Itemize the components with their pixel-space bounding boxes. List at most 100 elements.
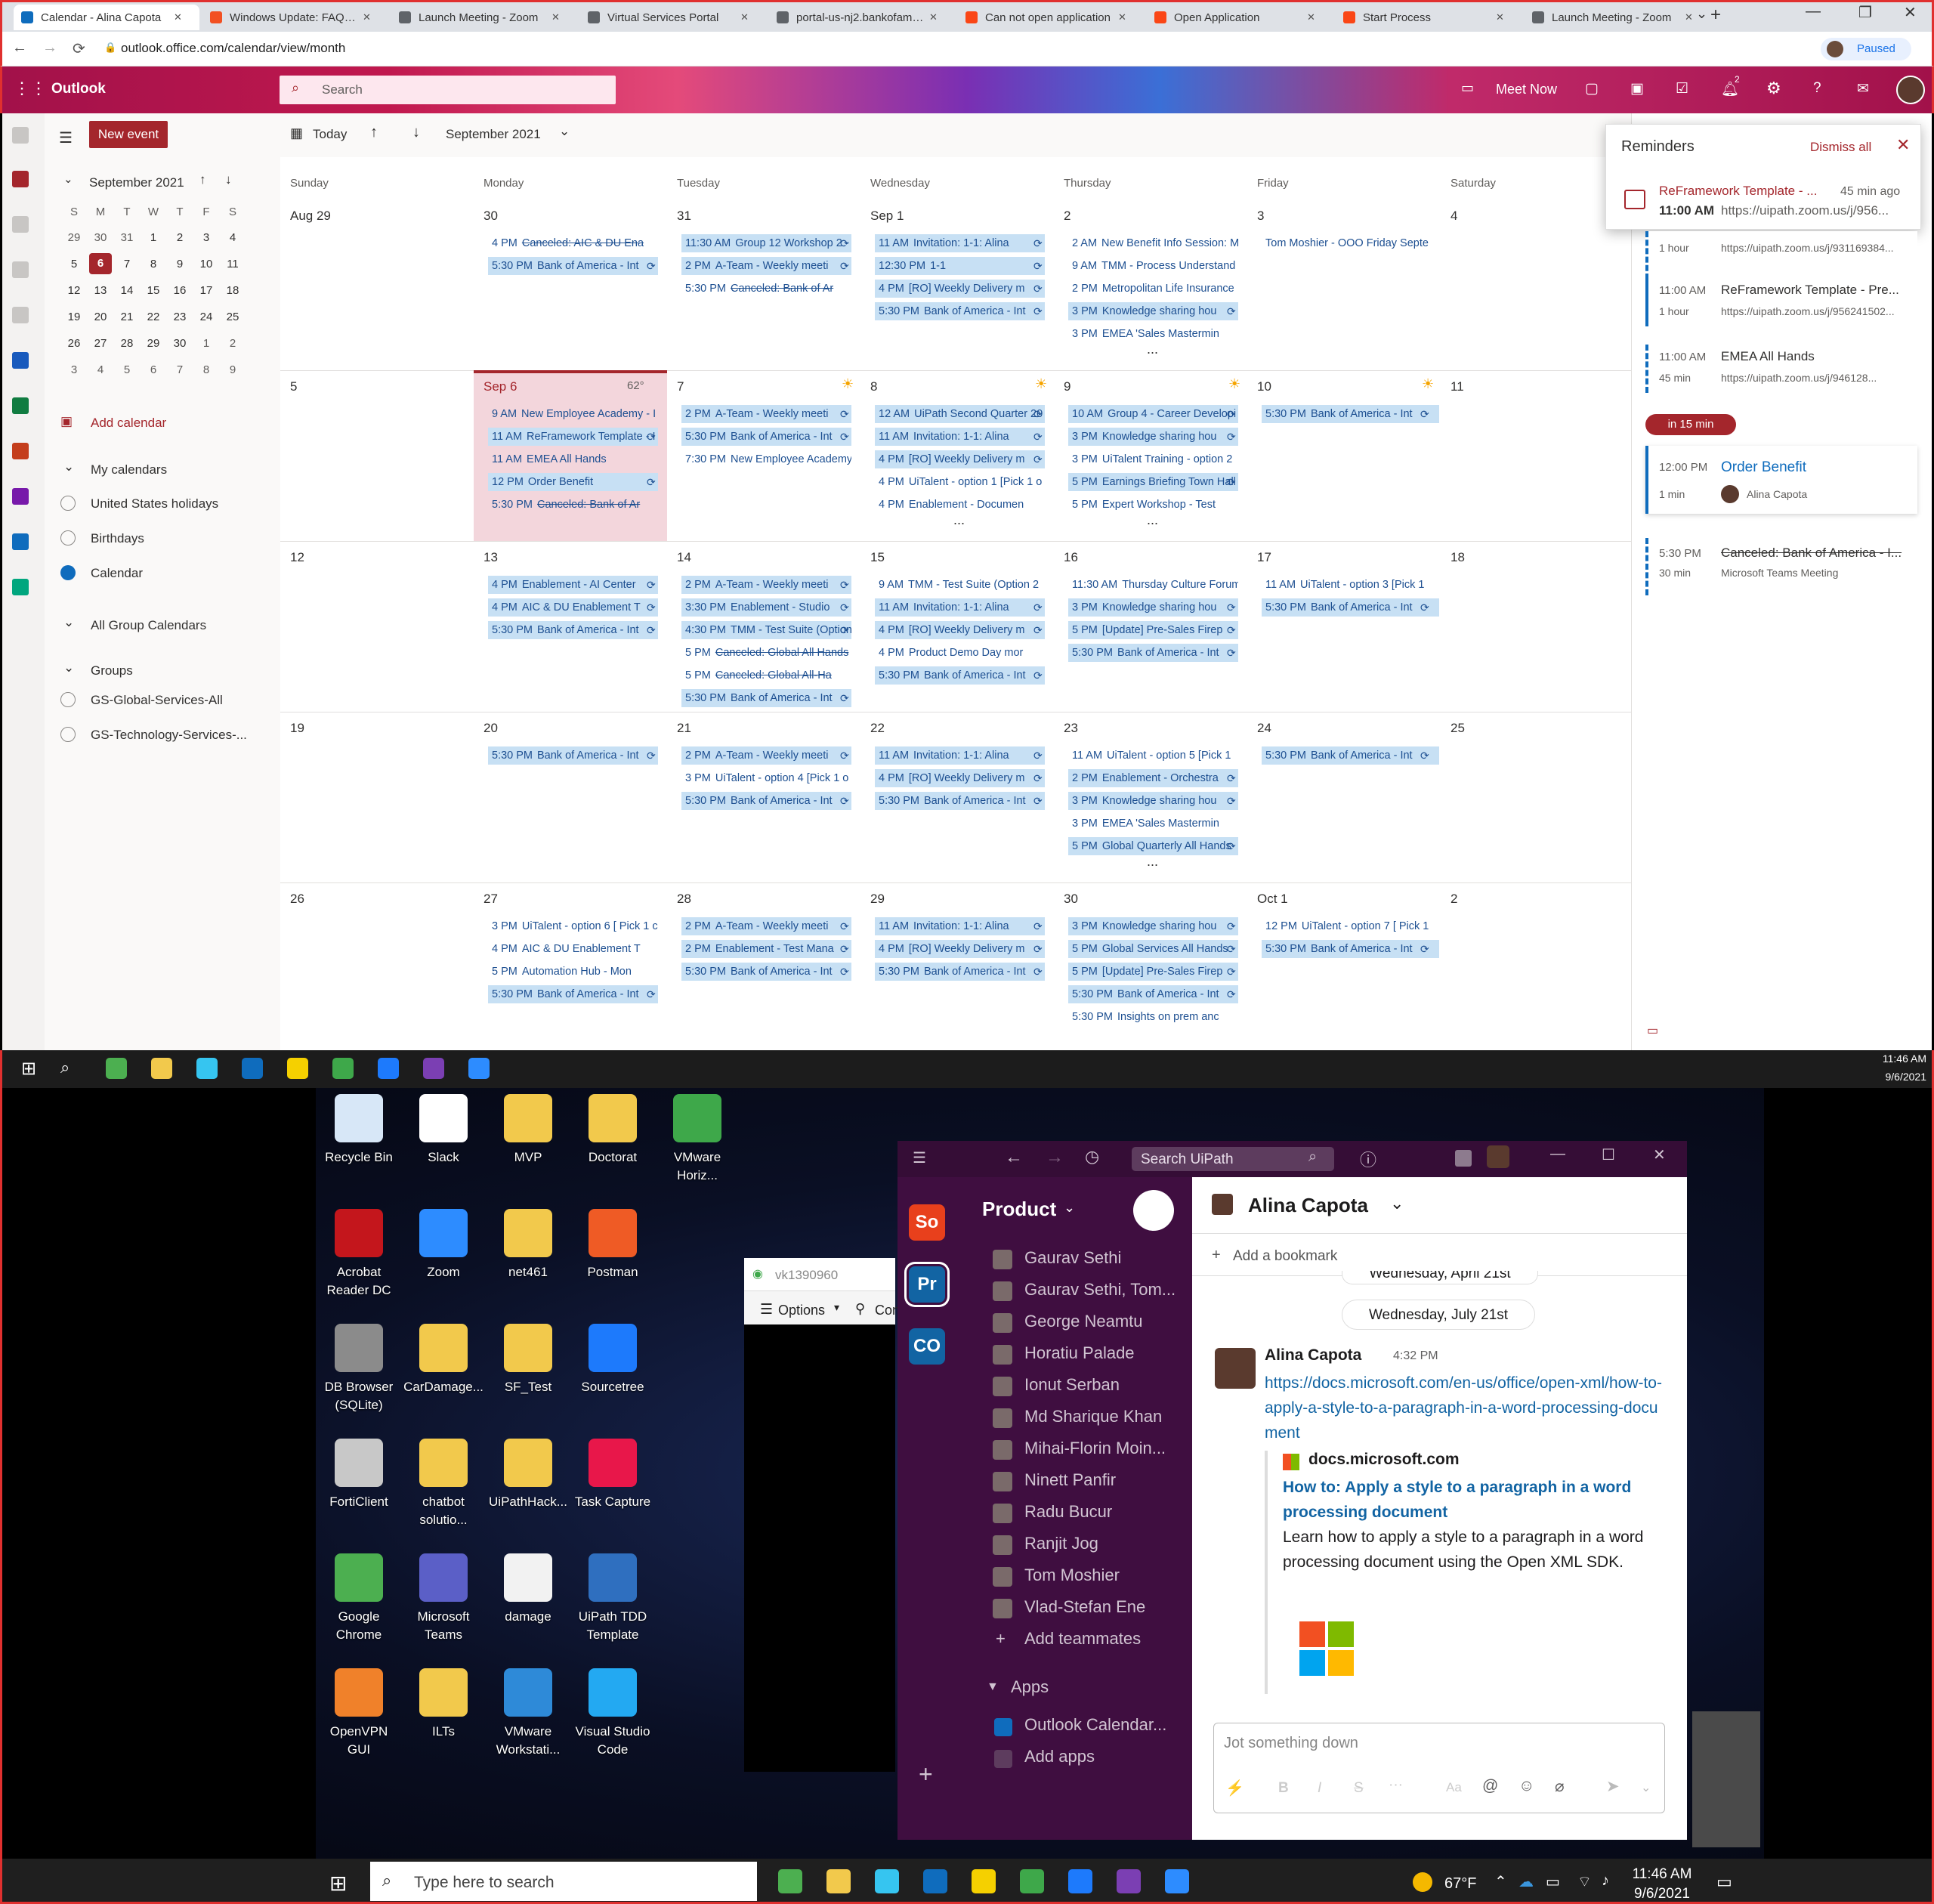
app-item[interactable]: Add apps xyxy=(1024,1747,1095,1766)
day-number[interactable]: 30 xyxy=(484,209,498,224)
mini-day[interactable]: 29 xyxy=(63,231,85,244)
dm-item[interactable]: Gaurav Sethi xyxy=(1024,1248,1176,1268)
taskbar-app-icon[interactable] xyxy=(196,1058,218,1079)
calendar-event[interactable]: 5 PM [Update] Pre-Sales Firep xyxy=(1068,963,1238,981)
mini-day[interactable]: 10 xyxy=(195,258,218,270)
calendar-event[interactable]: 5:30 PM Bank of America - Int xyxy=(875,302,1045,320)
onedrive-icon[interactable]: ☁ xyxy=(1518,1872,1534,1891)
dm-item[interactable]: Horatiu Palade xyxy=(1024,1343,1176,1363)
groups-header[interactable]: Groups xyxy=(91,663,133,678)
calendar-event[interactable]: 5:30 PM Bank of America - Int xyxy=(681,689,851,707)
calendar-event[interactable]: 3 PM UiTalent - option 6 [ Pick 1 c xyxy=(488,917,658,935)
shortcuts-icon[interactable]: ⚡ xyxy=(1225,1779,1244,1797)
taskbar-app-icon[interactable] xyxy=(106,1058,127,1079)
wifi-icon[interactable]: ⌔ xyxy=(1577,1872,1592,1891)
chevron-down-icon[interactable]: ⌄ xyxy=(1390,1194,1404,1213)
start-icon[interactable]: ⊞ xyxy=(21,1058,36,1080)
back-icon[interactable]: ← xyxy=(12,39,27,57)
reload-icon[interactable]: ⟳ xyxy=(73,39,85,58)
calendar-status-icon[interactable] xyxy=(1455,1150,1472,1167)
calendar-event[interactable]: 3 PM Knowledge sharing hou xyxy=(1068,598,1238,617)
vm-console-window[interactable] xyxy=(744,1258,895,1772)
bold-icon[interactable]: B xyxy=(1278,1780,1289,1797)
onenote-icon[interactable] xyxy=(12,488,29,505)
browser-tab[interactable]: Launch Meeting - Zoom ✕ xyxy=(391,5,577,30)
desktop-icon[interactable]: Zoom xyxy=(402,1209,485,1281)
calendar-event[interactable]: 10 AM Group 4 - Career Developi xyxy=(1068,405,1238,423)
mini-day[interactable]: 8 xyxy=(195,363,218,376)
add-calendar-link[interactable]: Add calendar xyxy=(91,416,166,431)
people-icon[interactable] xyxy=(12,216,29,233)
calendar-event[interactable]: 5:30 PM Bank of America - Int xyxy=(1262,940,1439,958)
agenda-item[interactable]: 1 hour https://uipath.zoom.us/j/931169384… xyxy=(1645,231,1917,280)
next-month-icon[interactable]: ↓ xyxy=(412,124,420,141)
desktop-icon[interactable]: ILTs xyxy=(402,1668,485,1741)
add-teammates-button[interactable]: Add teammates xyxy=(1024,1629,1141,1649)
browser-tab[interactable]: Windows Update: FAQ - Windows ✕ xyxy=(202,5,388,30)
mini-day[interactable]: 17 xyxy=(195,284,218,297)
avatar[interactable] xyxy=(1487,1145,1509,1168)
calendar-item[interactable]: United States holidays xyxy=(91,496,218,512)
calendar-event[interactable]: 3 PM UiTalent - option 4 [Pick 1 o xyxy=(681,769,851,787)
italic-icon[interactable]: I xyxy=(1318,1780,1321,1797)
chevron-down-icon[interactable]: ⌄ xyxy=(63,615,74,630)
desktop-icon[interactable]: chatbot solutio... xyxy=(402,1439,485,1529)
calendar-event[interactable]: 11 AM ReFramework Template - I xyxy=(488,428,658,446)
chevron-down-icon[interactable]: ⌄ xyxy=(559,124,570,139)
dm-item[interactable]: Ranjit Jog xyxy=(1024,1534,1176,1553)
checked-circle-icon[interactable] xyxy=(60,565,76,580)
calendar-event[interactable]: Tom Moshier - OOO Friday Septe xyxy=(1262,234,1439,252)
taskbar-app-icon[interactable] xyxy=(875,1869,899,1893)
day-number[interactable]: 23 xyxy=(1064,721,1078,736)
format-icon[interactable]: Aa xyxy=(1446,1780,1462,1795)
reminder-link[interactable]: https://uipath.zoom.us/j/956... xyxy=(1721,203,1889,218)
calendar-event[interactable]: 2 PM Metropolitan Life Insurance xyxy=(1068,280,1238,298)
mini-day[interactable]: 14 xyxy=(116,284,138,297)
desktop-icon[interactable]: Slack xyxy=(402,1094,485,1167)
weather-icon[interactable] xyxy=(1413,1872,1432,1892)
close-icon[interactable]: ✕ xyxy=(1118,11,1126,23)
desktop-icon[interactable]: SF_Test xyxy=(487,1324,570,1396)
office-icon[interactable]: ▣ xyxy=(1630,80,1644,97)
calendar-event[interactable]: 4 PM AIC & DU Enablement T xyxy=(488,598,658,617)
day-number[interactable]: 28 xyxy=(677,892,691,907)
vm-options-button[interactable]: Options xyxy=(778,1303,825,1318)
message-author[interactable]: Alina Capota xyxy=(1265,1346,1361,1365)
strike-icon[interactable]: S xyxy=(1354,1780,1364,1797)
mini-day[interactable]: 28 xyxy=(116,337,138,350)
mini-day[interactable]: 22 xyxy=(142,311,165,323)
yammer-icon[interactable] xyxy=(12,533,29,550)
browser-tab[interactable]: Launch Meeting - Zoom ✕ xyxy=(1525,5,1710,30)
dm-item[interactable]: George Neamtu xyxy=(1024,1312,1176,1331)
day-number[interactable]: 31 xyxy=(677,209,691,224)
attach-icon[interactable]: ⌀ xyxy=(1555,1777,1565,1796)
chevron-up-icon[interactable]: ⌃ xyxy=(1494,1872,1507,1891)
calendar-event[interactable]: 11 AM Invitation: 1-1: Alina xyxy=(875,428,1045,446)
calendar-event[interactable]: 5:30 PM Bank of America - Int xyxy=(1262,405,1439,423)
mini-day[interactable]: 16 xyxy=(168,284,191,297)
desktop-icon[interactable]: Google Chrome xyxy=(317,1553,400,1644)
my-calendars-header[interactable]: My calendars xyxy=(91,462,167,478)
mini-day[interactable]: 2 xyxy=(221,337,244,350)
add-calendar-icon[interactable]: ▣ xyxy=(60,414,73,429)
browser-tab[interactable]: Open Application ✕ xyxy=(1147,5,1333,30)
desktop-icon[interactable]: UiPath TDD Template xyxy=(571,1553,654,1644)
calendar-event[interactable]: 4 PM [RO] Weekly Delivery m xyxy=(875,621,1045,639)
taskbar-app-icon[interactable] xyxy=(778,1869,802,1893)
mini-day[interactable]: 21 xyxy=(116,311,138,323)
taskbar-app-icon[interactable] xyxy=(468,1058,490,1079)
collapse-pane-icon[interactable]: ▭ xyxy=(1647,1023,1658,1038)
taskbar-app-icon[interactable] xyxy=(826,1869,851,1893)
close-icon[interactable]: ✕ xyxy=(1307,11,1315,23)
taskbar-app-icon[interactable] xyxy=(423,1058,444,1079)
close-icon[interactable]: ✕ xyxy=(174,11,182,23)
calendar-event[interactable]: 3:30 PM Enablement - Studio xyxy=(681,598,851,617)
day-number[interactable]: Oct 1 xyxy=(1257,892,1288,907)
more-events-indicator[interactable]: ... xyxy=(1147,854,1158,870)
calendar-event[interactable]: 5:30 PM Bank of America - Int xyxy=(1068,644,1238,662)
taskbar-app-icon[interactable] xyxy=(151,1058,172,1079)
vm-connect-button[interactable]: Con xyxy=(875,1303,900,1318)
workspace-switcher[interactable]: CO xyxy=(909,1328,945,1365)
day-number[interactable]: 24 xyxy=(1257,721,1271,736)
day-number[interactable]: 13 xyxy=(484,550,498,565)
